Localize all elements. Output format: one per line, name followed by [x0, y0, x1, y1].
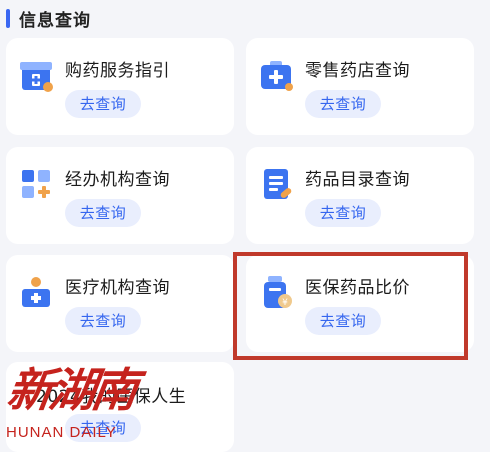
- section-header: 信息查询: [6, 7, 91, 31]
- card-agency[interactable]: 经办机构查询 去查询: [6, 147, 234, 244]
- drug-list-icon: [264, 169, 292, 199]
- section-accent-bar: [6, 8, 10, 28]
- pharmacy-building-icon: [20, 62, 53, 92]
- query-button[interactable]: 去查询: [65, 90, 141, 118]
- card-title: 医保药品比价: [305, 278, 410, 298]
- query-button[interactable]: 去查询: [65, 307, 141, 335]
- query-button[interactable]: 去查询: [65, 199, 141, 227]
- medicine-bottle-price-icon: ¥: [264, 276, 292, 308]
- card-title: 2024我的医保人生: [36, 387, 187, 407]
- query-button[interactable]: 去查询: [305, 199, 381, 227]
- card-title: 购药服务指引: [65, 61, 170, 81]
- grid-plus-icon: [22, 170, 50, 198]
- query-button[interactable]: 去查询: [305, 307, 381, 335]
- card-title: 经办机构查询: [65, 170, 170, 190]
- card-purchase-guide[interactable]: 购药服务指引 去查询: [6, 38, 234, 135]
- card-medical-institution[interactable]: 医疗机构查询 去查询: [6, 255, 234, 352]
- query-button[interactable]: 去查询: [65, 414, 141, 442]
- section-title: 信息查询: [19, 10, 91, 31]
- card-title: 药品目录查询: [305, 170, 410, 190]
- medical-kit-icon: [261, 61, 293, 91]
- card-title: 零售药店查询: [305, 61, 410, 81]
- svg-text:¥: ¥: [282, 298, 288, 308]
- card-retail-pharmacy[interactable]: 零售药店查询 去查询: [246, 38, 474, 135]
- query-button[interactable]: 去查询: [305, 90, 381, 118]
- hospital-icon: [22, 277, 50, 307]
- card-annual-review[interactable]: 2024我的医保人生 去查询: [6, 362, 234, 452]
- card-drug-catalog[interactable]: 药品目录查询 去查询: [246, 147, 474, 244]
- card-title: 医疗机构查询: [65, 278, 170, 298]
- card-drug-price-compare[interactable]: ¥ 医保药品比价 去查询: [246, 255, 474, 352]
